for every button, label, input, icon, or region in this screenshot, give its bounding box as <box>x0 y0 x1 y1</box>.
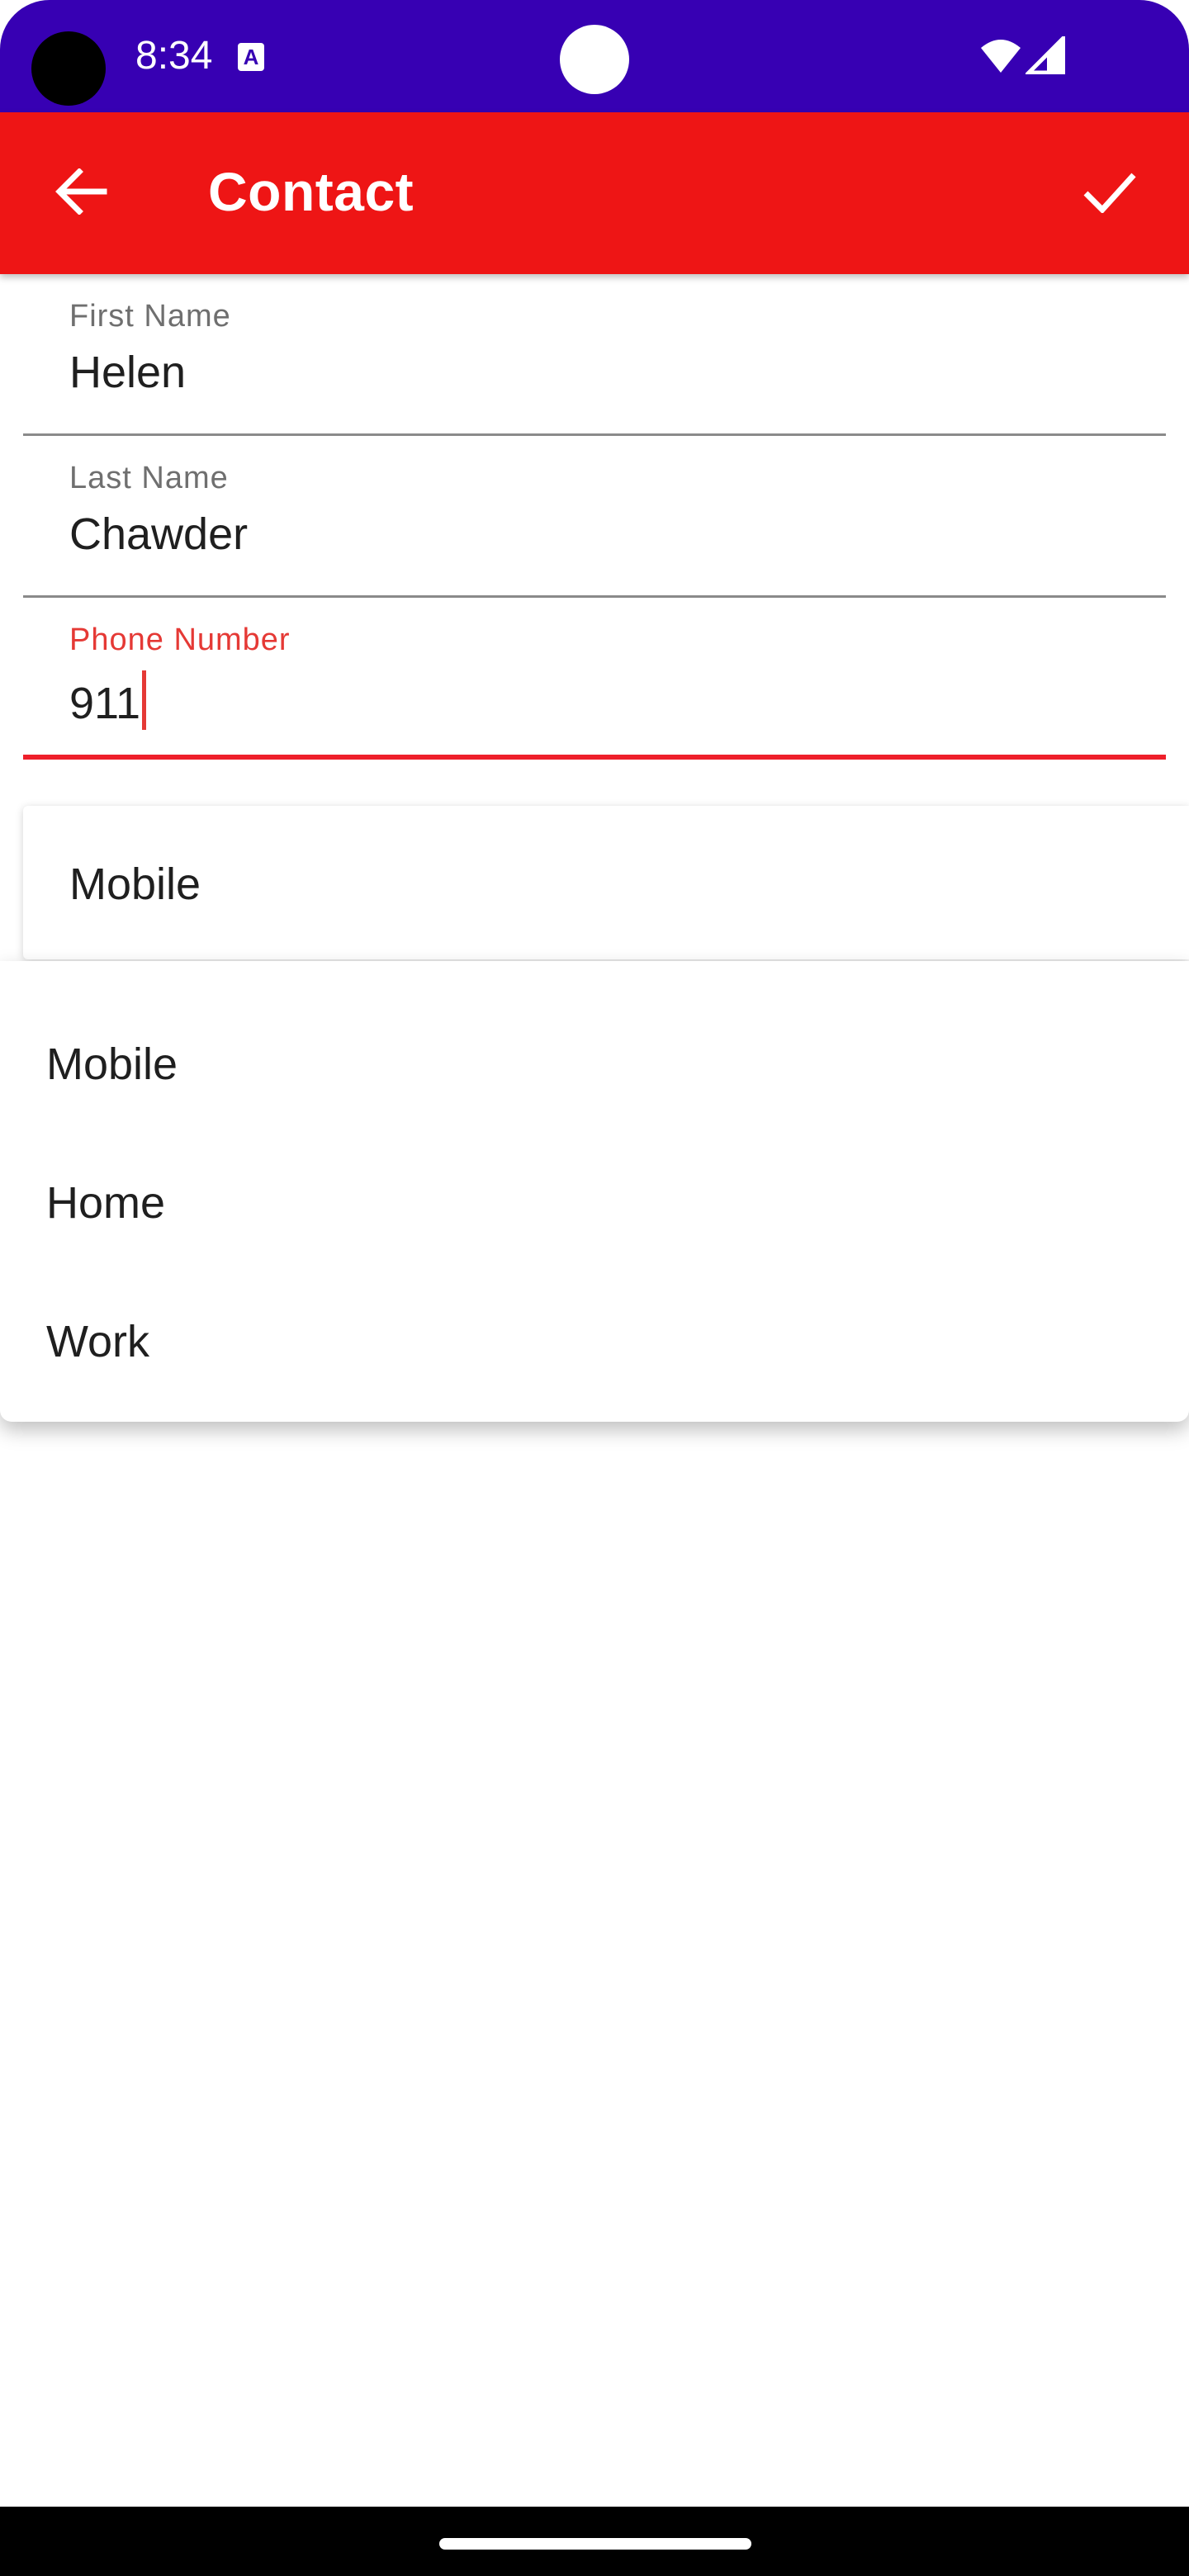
phone-number-input[interactable]: 911 <box>69 670 147 730</box>
front-sensor <box>560 25 629 94</box>
option-label: Mobile <box>46 1039 178 1089</box>
notification-icon: A <box>238 43 264 71</box>
last-name-label: Last Name <box>69 461 229 495</box>
app-bar: Contact <box>0 112 1189 274</box>
phone-number-label: Phone Number <box>69 623 291 657</box>
home-gesture-handle[interactable] <box>439 2538 751 2550</box>
phone-number-field[interactable]: Phone Number 911 <box>23 598 1166 760</box>
dropdown-option-mobile[interactable]: Mobile <box>0 992 1189 1131</box>
save-button[interactable] <box>1070 152 1149 231</box>
first-name-label: First Name <box>69 299 231 334</box>
page-title: Contact <box>208 161 414 222</box>
navigation-bar <box>0 2507 1189 2576</box>
dropdown-option-work[interactable]: Work <box>0 1270 1189 1409</box>
arrow-left-icon <box>55 168 107 215</box>
text-cursor <box>142 670 147 730</box>
option-label: Work <box>46 1317 150 1366</box>
phone-number-value: 911 <box>69 679 141 728</box>
last-name-value[interactable]: Chawder <box>69 509 248 560</box>
status-time: 8:34 <box>135 34 213 78</box>
last-name-field[interactable]: Last Name Chawder <box>23 436 1166 598</box>
phone-type-selected: Mobile <box>69 859 201 909</box>
camera-cutout <box>31 31 106 106</box>
signal-icon <box>1026 36 1065 74</box>
dropdown-option-home[interactable]: Home <box>0 1131 1189 1270</box>
phone-type-spinner[interactable]: Mobile <box>23 806 1189 959</box>
phone-type-dropdown: Mobile Home Work <box>0 961 1189 1422</box>
back-button[interactable] <box>41 152 121 231</box>
wifi-icon <box>981 40 1021 73</box>
first-name-value[interactable]: Helen <box>69 347 186 398</box>
status-bar: 8:34 A <box>0 0 1189 112</box>
check-icon <box>1083 173 1136 213</box>
option-label: Home <box>46 1178 166 1228</box>
first-name-field[interactable]: First Name Helen <box>23 274 1166 436</box>
